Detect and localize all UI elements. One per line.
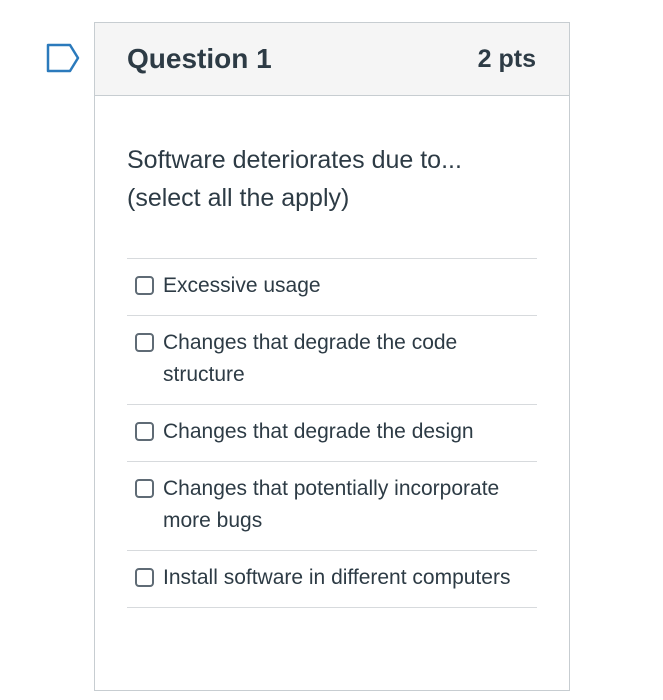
answer-option[interactable]: Changes that potentially incorporate mor… xyxy=(127,462,537,551)
answer-label: Excessive usage xyxy=(163,274,321,297)
question-card: Question 1 2 pts Software deteriorates d… xyxy=(94,22,570,691)
answer-label: Changes that potentially incorporate mor… xyxy=(163,477,500,532)
answer-option[interactable]: Changes that degrade the code structure xyxy=(127,316,537,405)
answer-option[interactable]: Install software in different computers xyxy=(127,551,537,608)
answer-checkbox[interactable] xyxy=(135,276,154,295)
question-text-line: (select all the apply) xyxy=(127,184,350,212)
answer-checkbox[interactable] xyxy=(135,333,154,352)
answer-option[interactable]: Excessive usage xyxy=(127,259,537,316)
answer-checkbox[interactable] xyxy=(135,568,154,587)
answer-label: Install software in different computers xyxy=(163,566,511,589)
answer-label: Changes that degrade the code structure xyxy=(163,331,458,386)
answer-label: Changes that degrade the design xyxy=(163,420,474,443)
answer-checkbox[interactable] xyxy=(135,422,154,441)
question-text-line: Software deteriorates due to... xyxy=(127,146,462,174)
answer-option[interactable]: Changes that degrade the design xyxy=(127,405,537,462)
answer-list: Excessive usage Changes that degrade the… xyxy=(127,258,537,608)
question-header: Question 1 2 pts xyxy=(95,23,569,96)
question-title: Question 1 xyxy=(127,43,272,74)
question-text: Software deteriorates due to... (select … xyxy=(127,141,527,217)
flag-question-icon[interactable] xyxy=(46,43,80,73)
question-points: 2 pts xyxy=(477,44,536,73)
answer-checkbox[interactable] xyxy=(135,479,154,498)
